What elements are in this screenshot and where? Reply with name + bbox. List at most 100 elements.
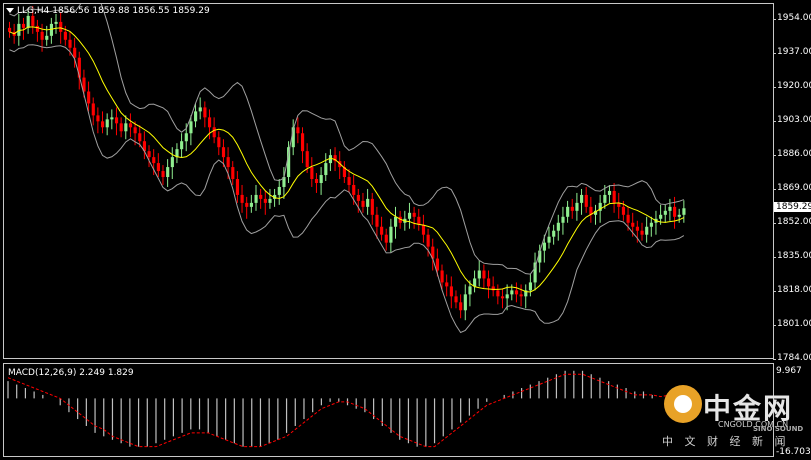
candle-body xyxy=(105,119,109,128)
candle-body xyxy=(87,91,91,104)
chart-menu-triangle-icon[interactable] xyxy=(6,8,14,13)
candle-body xyxy=(189,121,193,134)
watermark-subtitle: 中 文 财 经 新 闻 xyxy=(662,435,790,448)
candle-body xyxy=(170,157,174,168)
candle-body xyxy=(198,107,202,112)
candle-body xyxy=(584,194,588,207)
candle-body xyxy=(384,234,388,243)
candle-body xyxy=(207,117,212,128)
candle-body xyxy=(496,290,500,297)
candle-body xyxy=(152,157,156,164)
candle-body xyxy=(361,200,365,207)
candle-body xyxy=(347,177,351,185)
candle-body xyxy=(468,286,472,295)
candle-body xyxy=(407,212,412,219)
candle-body xyxy=(296,127,300,134)
candle-body xyxy=(101,121,105,128)
candle-body xyxy=(310,167,314,180)
symbol-header: LLG,H4 1856.56 1859.88 1856.55 1859.29 xyxy=(17,6,210,16)
candle-body xyxy=(575,202,579,211)
candle-body xyxy=(603,194,607,203)
cngold-logo-icon xyxy=(664,385,702,423)
candle-body xyxy=(482,270,486,279)
candle-body xyxy=(612,190,616,203)
candle-body xyxy=(552,230,556,237)
bollinger-lower-band xyxy=(9,44,685,334)
candle-body xyxy=(114,117,119,124)
candle-body xyxy=(319,175,323,183)
candle-body xyxy=(21,23,26,28)
candle-body xyxy=(54,21,58,24)
candle-body xyxy=(324,163,328,176)
candle-body xyxy=(449,286,453,297)
candle-body xyxy=(63,31,67,40)
candle-body xyxy=(561,216,565,223)
price-chart-svg[interactable] xyxy=(4,4,773,358)
candle-body xyxy=(40,31,44,40)
candle-body xyxy=(477,270,481,279)
bollinger-upper-band xyxy=(9,4,685,275)
candle-body xyxy=(510,290,514,295)
candle-body xyxy=(180,141,184,150)
candle-body xyxy=(463,294,467,311)
price-tick-label: 1954.00 xyxy=(777,13,811,23)
candle-body xyxy=(263,198,267,203)
candle-body xyxy=(366,198,370,207)
candle-body xyxy=(161,171,165,178)
candle-body xyxy=(621,206,626,215)
candle-body xyxy=(570,206,574,211)
price-tick-mark xyxy=(773,87,776,88)
candle-body xyxy=(166,167,170,178)
price-tick-mark xyxy=(773,325,776,326)
ohlc-values: 1856.56 1859.88 1856.55 1859.29 xyxy=(52,6,210,16)
price-tick-mark xyxy=(773,155,776,156)
candle-body xyxy=(607,190,612,195)
candle-body xyxy=(566,206,570,217)
candle-body xyxy=(305,151,309,168)
candle-body xyxy=(677,214,681,217)
price-tick-mark xyxy=(773,121,776,122)
candle-body xyxy=(514,290,519,295)
price-tick-label: 1818.00 xyxy=(777,285,811,295)
chart-window: LLG,H4 1856.56 1859.88 1856.55 1859.29 1… xyxy=(0,0,811,460)
candle-body xyxy=(663,210,667,215)
candle-body xyxy=(380,226,384,235)
candle-body xyxy=(119,123,123,132)
candle-body xyxy=(505,294,509,299)
candle-body xyxy=(412,212,416,217)
candle-body xyxy=(156,163,160,172)
candle-body xyxy=(580,194,584,203)
candle-body xyxy=(645,226,649,235)
candle-body xyxy=(26,15,30,28)
candle-body xyxy=(556,222,560,231)
candle-body xyxy=(440,270,444,283)
candle-body xyxy=(487,278,491,287)
candle-body xyxy=(528,282,533,291)
candle-body xyxy=(194,111,198,122)
price-chart-pane[interactable] xyxy=(3,3,774,359)
candle-body xyxy=(454,296,458,303)
candle-body xyxy=(473,278,477,287)
price-tick-mark xyxy=(773,53,776,54)
candle-body xyxy=(356,194,360,201)
moving-average-line xyxy=(9,26,685,293)
price-tick-mark xyxy=(773,291,776,292)
candle-body xyxy=(254,194,258,203)
price-tick-label: 1903.00 xyxy=(777,115,811,125)
candle-body xyxy=(673,206,677,217)
candle-body xyxy=(59,21,63,32)
candle-body xyxy=(31,15,35,26)
cngold-watermark: 中金网 CNGOLD.COM.CN SINO SOUND 中 文 财 经 新 闻 xyxy=(658,383,808,453)
candle-body xyxy=(221,147,226,158)
candle-body xyxy=(519,294,523,297)
price-tick-label: 1801.00 xyxy=(777,319,811,329)
price-tick-label: 1937.00 xyxy=(777,47,811,57)
candle-body xyxy=(459,302,463,311)
candle-body xyxy=(631,222,635,227)
candle-body xyxy=(659,214,663,219)
candle-body xyxy=(212,127,216,138)
candle-body xyxy=(635,226,639,231)
candle-body xyxy=(268,198,272,203)
candle-body xyxy=(91,103,95,116)
candle-body xyxy=(547,236,551,243)
